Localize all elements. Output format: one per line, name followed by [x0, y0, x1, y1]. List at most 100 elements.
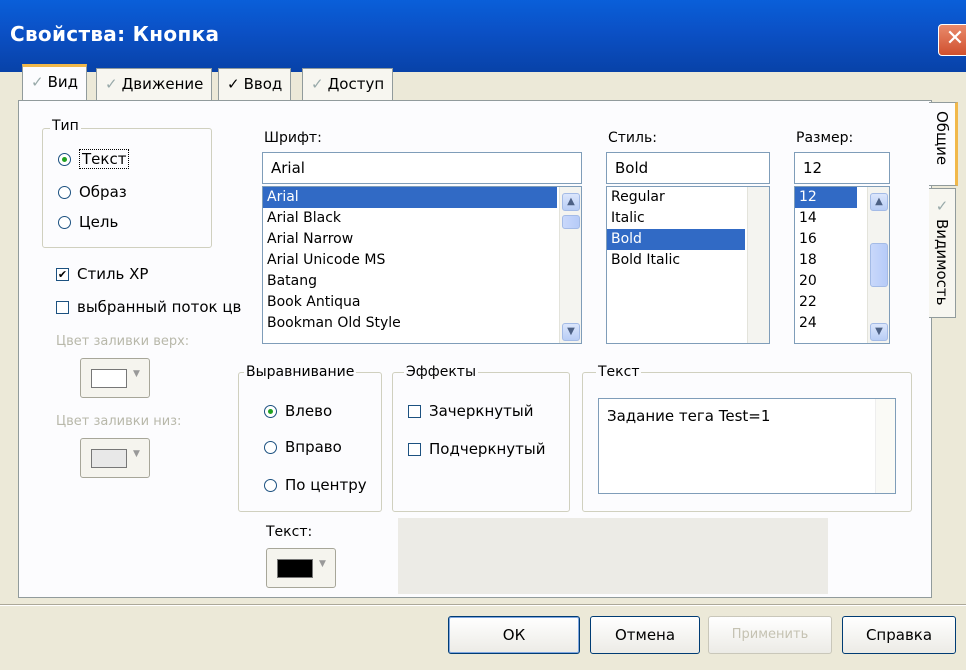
text-color-button[interactable]: ▼: [266, 548, 336, 588]
color-swatch: [91, 449, 127, 468]
radio-button[interactable]: [264, 479, 277, 492]
side-tab-obshie[interactable]: Общие: [929, 102, 958, 186]
size-list[interactable]: 12 14 16 18 20 22 24 ▲ ▼: [794, 186, 890, 344]
gray-check-icon: ✓: [311, 75, 324, 93]
radio-type-image[interactable]: Образ: [58, 183, 127, 201]
list-item[interactable]: Arial Narrow: [263, 229, 581, 250]
text-value-field[interactable]: Задание тега Test=1: [598, 398, 896, 494]
font-list[interactable]: Arial Arial Black Arial Narrow Arial Uni…: [262, 186, 582, 344]
side-tab-label: Общие: [933, 111, 951, 166]
radio-label: Текст: [79, 149, 130, 169]
style-scrollbar: [747, 187, 769, 343]
checkbox[interactable]: [408, 405, 421, 418]
selected-stream-checkbox[interactable]: выбранный поток цв: [56, 298, 264, 316]
gray-check-icon: ✓: [31, 73, 44, 91]
color-swatch: [277, 559, 313, 578]
radio-button[interactable]: [58, 153, 71, 166]
size-scrollbar[interactable]: ▲ ▼: [867, 187, 889, 343]
fill-bottom-color-label: Цвет заливки низ:: [56, 414, 182, 429]
preview-area: [398, 518, 828, 594]
font-input[interactable]: Arial: [262, 152, 582, 184]
scroll-up-icon[interactable]: ▲: [870, 193, 888, 211]
tab-label: Ввод: [243, 75, 283, 93]
underline-checkbox[interactable]: Подчеркнутый: [408, 440, 546, 458]
list-item[interactable]: Batang: [263, 271, 581, 292]
radio-button[interactable]: [264, 441, 277, 454]
tab-dostup[interactable]: ✓ Доступ: [302, 68, 394, 100]
list-item[interactable]: Arial Unicode MS: [263, 250, 581, 271]
text-value: Задание тега Test=1: [607, 407, 771, 425]
radio-label: По центру: [285, 476, 367, 494]
scroll-thumb[interactable]: [562, 215, 580, 229]
gray-check-icon: ✓: [105, 75, 118, 93]
bottom-separator-highlight: [0, 605, 966, 606]
radio-align-center[interactable]: По центру: [264, 476, 367, 494]
scroll-up-icon[interactable]: ▲: [562, 193, 580, 211]
tab-dvizhenie[interactable]: ✓ Движение: [96, 68, 213, 100]
dropdown-arrow-icon: ▼: [319, 559, 326, 569]
tab-label: Движение: [121, 75, 204, 93]
tab-vid[interactable]: ✓ Вид: [22, 64, 87, 102]
radio-type-target[interactable]: Цель: [58, 213, 118, 231]
list-item[interactable]: Bold: [607, 229, 745, 250]
style-list[interactable]: Regular Italic Bold Bold Italic: [606, 186, 770, 344]
type-group-legend: Тип: [50, 118, 81, 134]
strikethrough-checkbox[interactable]: Зачеркнутый: [408, 402, 534, 420]
fill-top-color-button[interactable]: ▼: [80, 358, 150, 398]
checkbox-label: Зачеркнутый: [429, 402, 534, 420]
size-label: Размер:: [796, 130, 854, 146]
side-tab-vidimost[interactable]: ✓ Видимость: [929, 188, 956, 318]
radio-type-text[interactable]: Текст: [58, 149, 130, 169]
radio-label: Влево: [285, 402, 333, 420]
checkbox[interactable]: ✔: [56, 268, 69, 281]
tab-vvod[interactable]: ✓ Ввод: [218, 68, 292, 100]
scroll-thumb[interactable]: [870, 243, 888, 287]
scroll-down-icon[interactable]: ▼: [870, 323, 888, 341]
color-swatch: [91, 369, 127, 388]
checkbox-label: Стиль XP: [77, 265, 149, 283]
style-xp-checkbox[interactable]: ✔ Стиль XP: [56, 265, 148, 283]
list-item[interactable]: Bookman Old Style: [263, 313, 581, 334]
align-group-legend: Выравнивание: [244, 364, 357, 380]
checkbox-label: выбранный поток цв: [77, 298, 242, 316]
radio-button[interactable]: [58, 216, 71, 229]
scroll-down-icon[interactable]: ▼: [562, 323, 580, 341]
list-item[interactable]: Bold Italic: [607, 250, 769, 271]
radio-align-right[interactable]: Вправо: [264, 438, 342, 456]
window-title: Свойства: Кнопка: [10, 22, 220, 46]
radio-button[interactable]: [264, 405, 277, 418]
apply-button: Применить: [708, 616, 832, 654]
list-item[interactable]: Book Antiqua: [263, 292, 581, 313]
dropdown-arrow-icon: ▼: [133, 449, 140, 459]
radio-label: Образ: [79, 183, 127, 201]
effects-group-legend: Эффекты: [404, 364, 478, 380]
ok-button[interactable]: ОК: [448, 616, 580, 654]
checkbox-label: Подчеркнутый: [429, 440, 546, 458]
radio-label: Цель: [79, 213, 119, 231]
fill-top-color-label: Цвет заливки верх:: [56, 334, 190, 349]
list-item[interactable]: Regular: [607, 187, 769, 208]
size-input[interactable]: 12: [794, 152, 890, 184]
list-item[interactable]: Italic: [607, 208, 769, 229]
checkbox[interactable]: [56, 301, 69, 314]
radio-label: Вправо: [285, 438, 342, 456]
list-item[interactable]: 12: [795, 187, 857, 208]
side-tab-label: Видимость: [933, 219, 951, 306]
font-label: Шрифт:: [264, 130, 322, 146]
checkbox[interactable]: [408, 443, 421, 456]
style-input[interactable]: Bold: [606, 152, 770, 184]
radio-align-left[interactable]: Влево: [264, 402, 332, 420]
list-item[interactable]: Arial Black: [263, 208, 581, 229]
help-button[interactable]: Справка: [842, 616, 956, 654]
list-item[interactable]: Arial: [263, 187, 557, 208]
style-label: Стиль:: [608, 130, 657, 146]
tab-label: Доступ: [327, 75, 385, 93]
close-button[interactable]: ✕: [938, 24, 966, 56]
fill-bottom-color-button[interactable]: ▼: [80, 438, 150, 478]
font-scrollbar[interactable]: ▲ ▼: [559, 187, 581, 343]
dropdown-arrow-icon: ▼: [133, 369, 140, 379]
radio-button[interactable]: [58, 186, 71, 199]
check-icon: ✓: [227, 75, 240, 93]
text-scrollbar: [875, 399, 895, 493]
cancel-button[interactable]: Отмена: [590, 616, 700, 654]
